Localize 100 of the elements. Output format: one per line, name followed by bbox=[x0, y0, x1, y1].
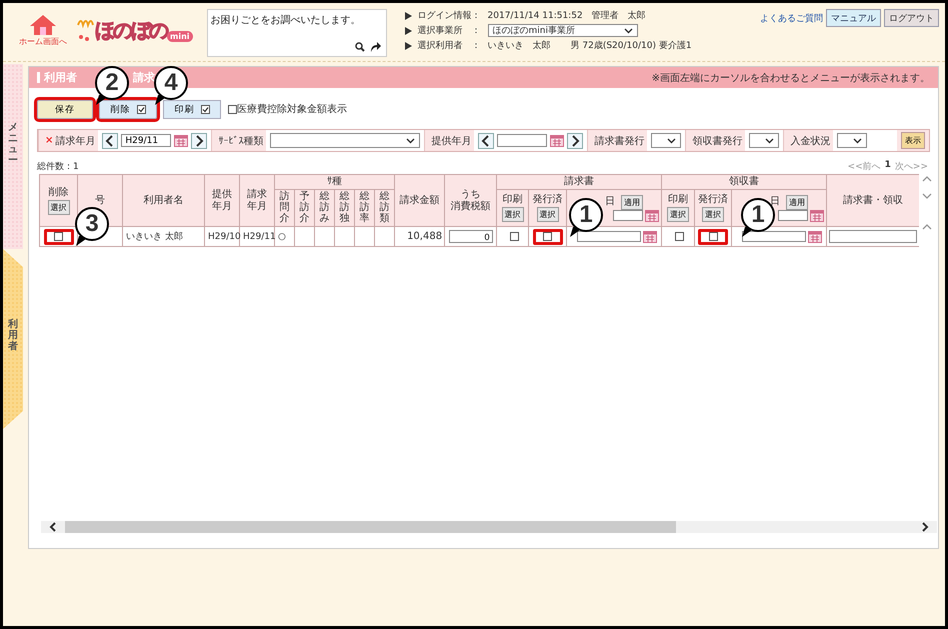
calendar-icon[interactable] bbox=[645, 210, 660, 222]
calendar-icon[interactable] bbox=[643, 230, 658, 242]
input-field[interactable]: 0 bbox=[448, 230, 493, 243]
select-field[interactable] bbox=[749, 133, 780, 148]
checkbox[interactable] bbox=[543, 232, 552, 241]
info-value: 男 72歳(S20/10/10) 要介護1 bbox=[570, 40, 692, 52]
scrollbar-thumb[interactable] bbox=[65, 521, 676, 533]
faq-link[interactable]: よくあるご質問 bbox=[760, 12, 823, 24]
select-all-button[interactable]: 選択 bbox=[667, 207, 690, 222]
select-all-button[interactable]: 適用 bbox=[621, 194, 644, 210]
date-field[interactable] bbox=[613, 210, 644, 221]
info-value: 2017/11/14 11:51:52 管理者 太郎 bbox=[488, 10, 646, 22]
info-value: いきいき 太郎 bbox=[488, 40, 551, 52]
prev-button[interactable] bbox=[102, 132, 118, 148]
column-header: 号 bbox=[95, 194, 105, 206]
select-all-button[interactable]: 適用 bbox=[786, 194, 808, 210]
checked-box-icon bbox=[136, 104, 146, 114]
column-header: 提供 年月 bbox=[212, 188, 232, 212]
next-button[interactable] bbox=[191, 132, 208, 148]
bullet-icon bbox=[404, 12, 412, 20]
next-button[interactable] bbox=[567, 132, 584, 148]
calendar-icon[interactable] bbox=[808, 230, 822, 242]
show-button[interactable]: 表示 bbox=[901, 132, 925, 149]
home-link[interactable]: ホーム画面へ bbox=[19, 36, 67, 47]
bullet-icon bbox=[404, 42, 412, 50]
house-icon[interactable] bbox=[28, 14, 58, 36]
select-all-button[interactable]: 選択 bbox=[502, 207, 524, 222]
title-marker bbox=[37, 72, 40, 83]
column-header: 総訪み bbox=[320, 191, 330, 224]
chevron-down-icon bbox=[667, 138, 676, 144]
total-count: 総件数：1 bbox=[37, 160, 79, 172]
chevron-down-icon bbox=[406, 138, 416, 144]
scroll-right-icon bbox=[921, 522, 929, 532]
calendar-icon[interactable] bbox=[174, 134, 188, 146]
checkbox[interactable] bbox=[54, 232, 63, 241]
chevron-down-icon bbox=[765, 138, 774, 144]
menu-label: メニュー bbox=[8, 122, 18, 168]
filter-label: 領収書発行 bbox=[692, 134, 742, 148]
column-header: 訪問介 bbox=[280, 191, 290, 224]
select-all-button[interactable]: 選択 bbox=[702, 207, 724, 222]
logout-button[interactable]: ログアウト bbox=[884, 9, 939, 27]
column-header: 印刷 bbox=[502, 194, 523, 205]
info-label: ログイン情報： bbox=[418, 10, 482, 22]
calendar-icon[interactable] bbox=[550, 134, 564, 146]
info-label: 選択利用者 ： bbox=[418, 40, 482, 52]
office-select[interactable]: ほのぼのmini事業所 bbox=[488, 24, 638, 37]
column-header: 日 bbox=[605, 196, 616, 208]
curved-arrow-icon[interactable] bbox=[368, 41, 381, 53]
month-field[interactable]: H29/11 bbox=[121, 134, 172, 147]
column-header: 発行済 bbox=[698, 194, 728, 205]
column-header: うち 消費税額 bbox=[450, 188, 491, 212]
column-header: 削除 bbox=[48, 186, 68, 198]
filter-label: 請求年月 bbox=[55, 134, 96, 148]
column-header: 総訪率 bbox=[360, 191, 370, 224]
chevron-down-icon bbox=[624, 28, 633, 34]
date-field[interactable] bbox=[778, 210, 808, 221]
table-cell: ○ bbox=[278, 232, 286, 242]
select-field[interactable] bbox=[270, 133, 420, 148]
user-tab[interactable]: 利用者 bbox=[3, 249, 23, 429]
column-header: 領収書 bbox=[729, 176, 760, 187]
manual-button[interactable]: マニュアル bbox=[826, 9, 881, 27]
column-header: 請求書・領収 bbox=[843, 194, 904, 206]
filter-label: 提供年月 bbox=[431, 134, 472, 148]
calendar-icon[interactable] bbox=[810, 210, 824, 222]
date-field[interactable] bbox=[577, 231, 642, 242]
page-number: 1 bbox=[884, 160, 891, 172]
filter-label: 入金状況 bbox=[790, 134, 830, 148]
select-all-button[interactable]: 選択 bbox=[48, 200, 70, 214]
logo-text: ほのぼの bbox=[95, 17, 167, 44]
column-header: 発行済 bbox=[532, 194, 563, 205]
panel-title: 請求 bbox=[133, 70, 155, 85]
required-mark: × bbox=[45, 135, 54, 146]
chevron-down-icon bbox=[853, 138, 862, 144]
column-header: ｻ種 bbox=[327, 176, 342, 187]
column-header: 請求 年月 bbox=[247, 188, 267, 212]
checked-box-icon bbox=[200, 104, 210, 114]
select-field[interactable] bbox=[651, 133, 682, 148]
column-header: 予訪介 bbox=[300, 191, 310, 224]
select-all-button[interactable]: 選択 bbox=[536, 207, 559, 222]
menu-hint: ※画面左端にカーソルを合わせるとメニューが表示されます。 bbox=[652, 72, 930, 84]
horizontal-scrollbar[interactable] bbox=[41, 521, 937, 533]
menu-tab[interactable]: メニュー bbox=[3, 64, 23, 249]
checkbox[interactable] bbox=[674, 232, 684, 241]
table-cell: H29/10 bbox=[208, 232, 241, 242]
action-button[interactable]: 印刷 bbox=[163, 100, 221, 118]
input-field[interactable] bbox=[829, 230, 918, 243]
checkbox[interactable] bbox=[510, 232, 519, 241]
month-field[interactable] bbox=[497, 134, 548, 147]
search-icon[interactable] bbox=[354, 42, 365, 52]
prev-button[interactable] bbox=[478, 132, 494, 148]
checkbox[interactable] bbox=[228, 104, 237, 114]
column-header: 請求書 bbox=[564, 176, 594, 187]
panel-title: 利用者 bbox=[44, 70, 77, 85]
filter-label: ｻｰﾋﾞｽ種類 bbox=[218, 134, 264, 148]
select-field[interactable] bbox=[837, 133, 868, 148]
option-label: 医療費控除対象金額表示 bbox=[237, 102, 347, 116]
search-field[interactable]: お困りごとをお調べいたします。 bbox=[206, 9, 387, 57]
scroll-left-icon bbox=[49, 522, 57, 532]
checkbox[interactable] bbox=[708, 232, 718, 241]
column-header: 総訪類 bbox=[380, 191, 390, 224]
